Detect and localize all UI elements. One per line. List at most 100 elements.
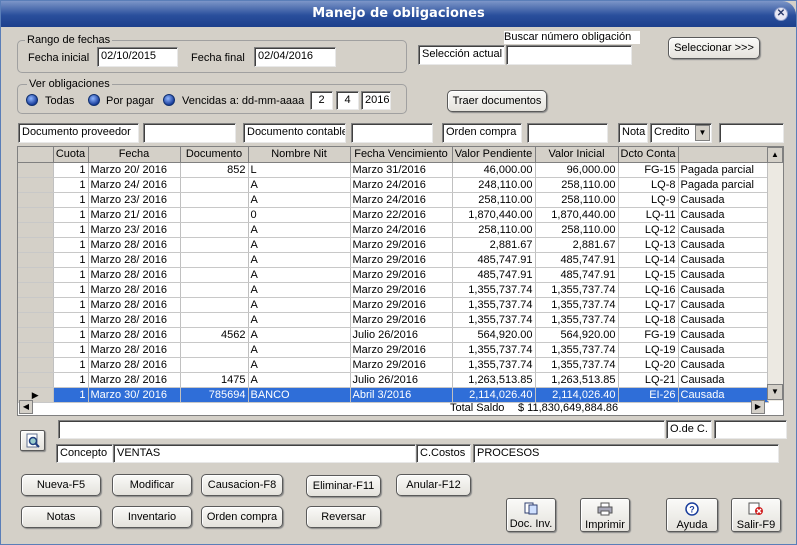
cost-center-field[interactable]: PROCESOS [473,444,779,463]
radio-por-pagar[interactable] [88,94,100,106]
row-indicator[interactable] [18,297,54,313]
column-header[interactable]: Cuota [53,147,89,163]
row-indicator[interactable] [18,372,54,388]
purchase-order-field[interactable] [527,123,608,143]
scroll-down-icon[interactable]: ▼ [767,384,783,400]
row-indicator[interactable] [18,342,54,358]
print-button[interactable]: Imprimir [580,498,630,532]
table-row[interactable]: 1 Marzo 28/ 2016 A Marzo 29/2016 1,355,737.7… [18,357,769,373]
row-indicator[interactable] [18,237,54,253]
selection-field[interactable] [506,45,632,65]
row-indicator[interactable] [18,357,54,373]
chevron-down-icon[interactable]: ▼ [695,125,710,141]
table-row[interactable]: 1 Marzo 28/ 2016 A Marzo 29/2016 485,747.91 4… [18,267,769,283]
table-row[interactable]: 1 Marzo 28/ 2016 A Marzo 29/2016 1,355,737.7… [18,282,769,298]
table-cell: 564,920.00 [535,327,619,343]
scroll-right-icon[interactable]: ▶ [751,400,765,414]
table-row[interactable]: 1 Marzo 24/ 2016 A Marzo 24/2016 248,110.00 2… [18,177,769,193]
concept-field[interactable]: VENTAS [113,444,416,463]
causation-button[interactable]: Causacion-F8 [201,474,283,496]
column-header[interactable]: Valor Inicial [535,147,619,163]
table-row[interactable]: ▶ 1 Marzo 30/ 2016 785694 BANCO Abril 3/2016 2… [18,387,769,403]
radio-vencidas[interactable] [163,94,175,106]
row-indicator[interactable] [18,192,54,208]
row-indicator[interactable] [18,312,54,328]
table-cell: Julio 26/2016 [350,372,453,388]
table-cell: 485,747.91 [535,267,619,283]
notes-button[interactable]: Notas [21,506,101,528]
annul-button[interactable]: Anular-F12 [396,474,471,496]
table-cell: Marzo 24/ 2016 [88,177,181,193]
note-value-field[interactable] [719,123,784,143]
column-header[interactable]: Valor Pendiente [452,147,536,163]
column-header[interactable]: Nombre Nit [248,147,351,163]
row-indicator[interactable] [18,177,54,193]
column-header[interactable] [18,147,54,163]
close-icon[interactable]: ✕ [774,7,788,21]
table-cell: 1 [53,372,89,388]
column-header[interactable] [678,147,769,163]
row-indicator[interactable] [18,222,54,238]
row-indicator[interactable] [18,162,54,178]
modify-button[interactable]: Modificar [112,474,192,496]
description-field[interactable] [58,420,665,439]
table-cell: 1,355,737.74 [452,357,536,373]
column-header[interactable]: Documento [180,147,249,163]
scroll-left-icon[interactable]: ◀ [19,400,33,414]
note-select[interactable]: Credito ▼ [650,123,712,143]
row-indicator[interactable] [18,267,54,283]
row-indicator[interactable] [18,327,54,343]
row-indicator[interactable] [18,282,54,298]
day-field[interactable]: 2 [310,91,333,110]
vertical-scrollbar[interactable]: ▲ ▼ [767,147,783,401]
note-select-value: Credito [654,126,690,138]
inventory-button[interactable]: Inventario [112,506,192,528]
table-row[interactable]: 1 Marzo 21/ 2016 0 Marzo 22/2016 1,870,440.0… [18,207,769,223]
year-field[interactable]: 2016 [361,91,391,110]
table-row[interactable]: 1 Marzo 23/ 2016 A Marzo 24/2016 258,110.00 2… [18,192,769,208]
table-cell: Marzo 24/2016 [350,192,453,208]
fetch-documents-button[interactable]: Traer documentos [447,90,547,112]
table-row[interactable]: 1 Marzo 28/ 2016 A Marzo 29/2016 485,747.91 4… [18,252,769,268]
table-cell [180,207,249,223]
help-button[interactable]: ? Ayuda [666,498,718,532]
new-button[interactable]: Nueva-F5 [21,474,101,496]
reverse-button[interactable]: Reversar [306,506,381,528]
end-date-field[interactable]: 02/04/2016 [254,47,336,67]
table-cell: LQ-13 [618,237,679,253]
supplier-doc-field[interactable] [143,123,236,143]
end-date-label: Fecha final [191,52,245,64]
column-header[interactable]: Fecha Vencimiento [350,147,453,163]
column-header[interactable]: Dcto Conta [618,147,679,163]
table-row[interactable]: 1 Marzo 20/ 2016 852 L Marzo 31/2016 46,000.0… [18,162,769,178]
purchase-order-button[interactable]: Orden compra [201,506,283,528]
table-row[interactable]: 1 Marzo 28/ 2016 A Marzo 29/2016 1,355,737.7… [18,297,769,313]
accounting-doc-field[interactable] [351,123,433,143]
table-row[interactable]: 1 Marzo 28/ 2016 A Marzo 29/2016 1,355,737.7… [18,342,769,358]
inventory-doc-button[interactable]: Doc. Inv. [506,498,556,532]
search-document-button[interactable] [20,430,45,451]
oc-field[interactable] [714,420,787,439]
month-field[interactable]: 4 [336,91,359,110]
table-cell: Marzo 23/ 2016 [88,192,181,208]
scroll-up-icon[interactable]: ▲ [767,147,783,163]
table-row[interactable]: 1 Marzo 28/ 2016 A Marzo 29/2016 1,355,737.7… [18,312,769,328]
table-cell: 1 [53,282,89,298]
start-date-field[interactable]: 02/10/2015 [97,47,178,67]
row-indicator[interactable] [18,252,54,268]
table-row[interactable]: 1 Marzo 23/ 2016 A Marzo 24/2016 258,110.00 2… [18,222,769,238]
table-row[interactable]: 1 Marzo 28/ 2016 4562 A Julio 26/2016 564,920… [18,327,769,343]
radio-todas[interactable] [26,94,38,106]
row-indicator[interactable] [18,207,54,223]
table-cell: Marzo 21/ 2016 [88,207,181,223]
delete-button[interactable]: Eliminar-F11 [306,475,381,497]
select-button[interactable]: Seleccionar >>> [668,37,760,59]
table-cell: Causada [678,282,769,298]
table-cell: 1,870,440.00 [535,207,619,223]
table-cell: 1 [53,177,89,193]
column-header[interactable]: Fecha [88,147,181,163]
radio-todas-label: Todas [45,95,75,107]
table-row[interactable]: 1 Marzo 28/ 2016 1475 A Julio 26/2016 1,263,5… [18,372,769,388]
exit-button[interactable]: Salir-F9 [731,498,781,532]
table-row[interactable]: 1 Marzo 28/ 2016 A Marzo 29/2016 2,881.67 2,8… [18,237,769,253]
